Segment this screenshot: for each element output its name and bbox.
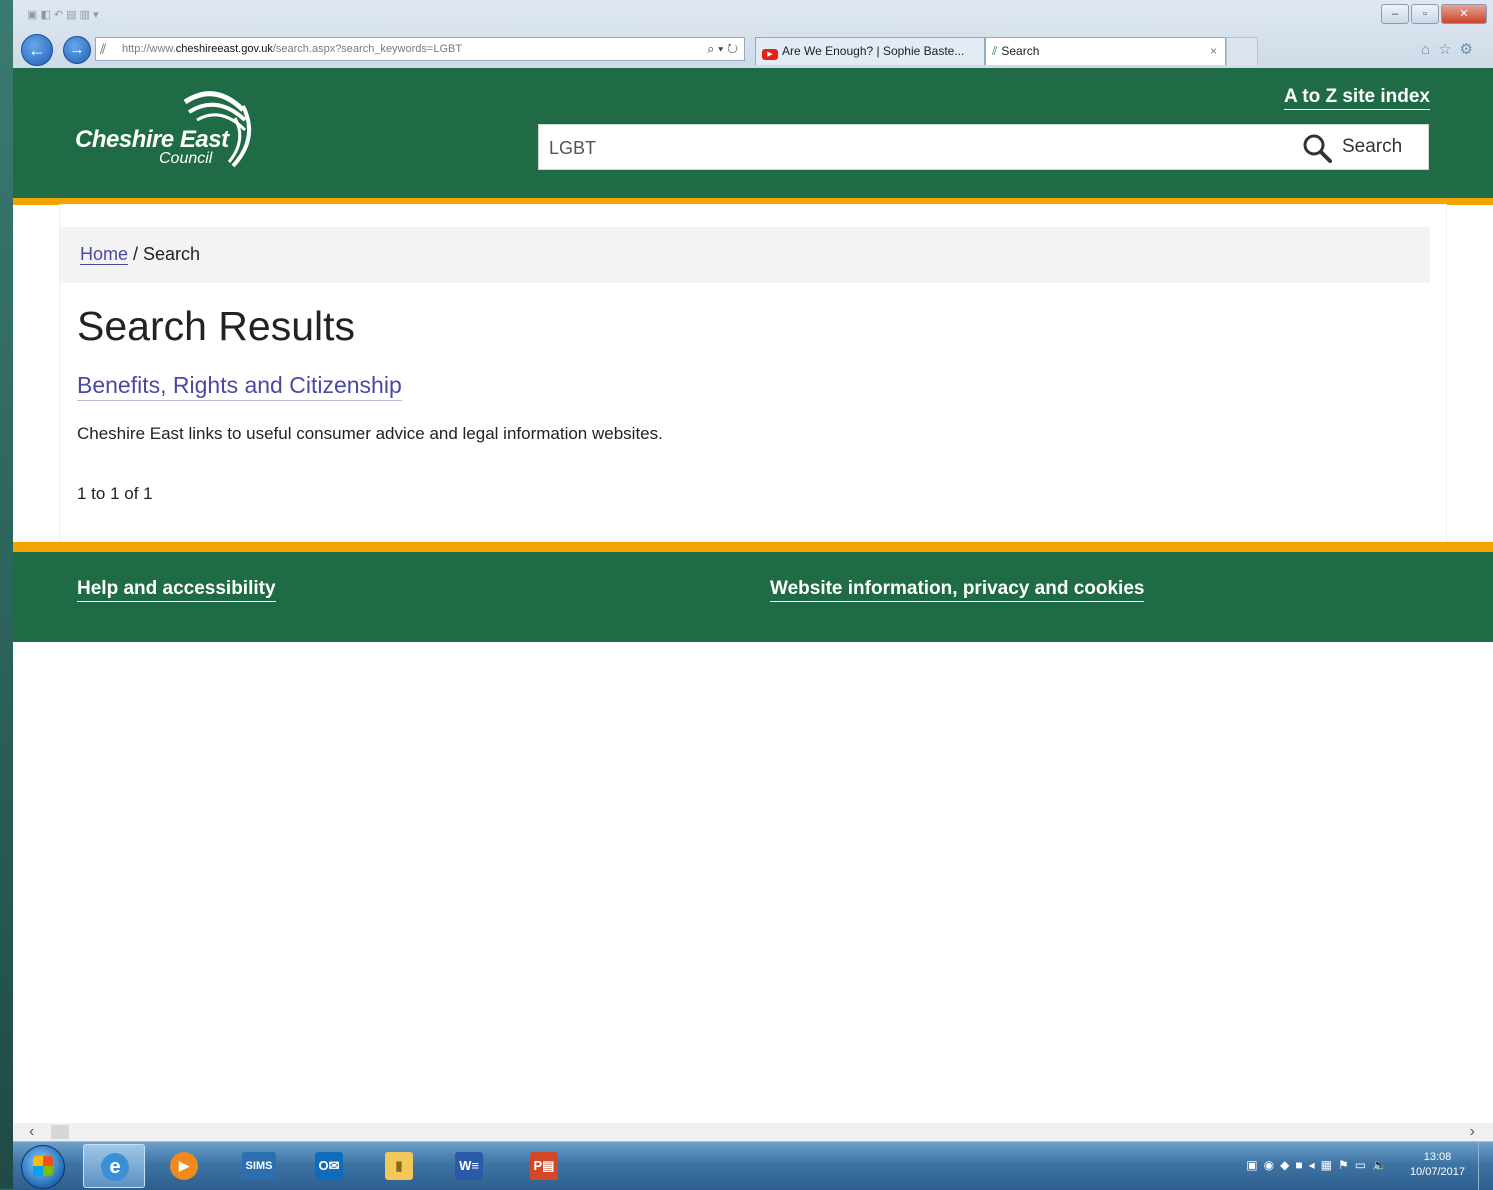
site-footer: Help and accessibility Website informati… bbox=[13, 552, 1493, 642]
header-accent-bar bbox=[13, 198, 1493, 205]
breadcrumb-home-link[interactable]: Home bbox=[80, 244, 129, 265]
back-button[interactable]: ← bbox=[21, 34, 53, 66]
security-icon[interactable]: ◆ bbox=[1280, 1158, 1295, 1172]
network-icon[interactable]: ▣ bbox=[1246, 1158, 1263, 1172]
help-accessibility-link[interactable]: Help and accessibility bbox=[77, 578, 276, 602]
site-logo[interactable]: Cheshire East Council bbox=[75, 88, 265, 178]
breadcrumb-current: Search bbox=[143, 244, 201, 264]
desktop-background bbox=[0, 0, 13, 1189]
system-tray: ▣◉◆■◂▦⚑▭🔈 bbox=[1246, 1158, 1393, 1172]
monitor-icon[interactable]: ▭ bbox=[1355, 1158, 1372, 1172]
results-count: 1 to 1 of 1 bbox=[77, 484, 153, 503]
search-button[interactable]: Search bbox=[1298, 125, 1428, 169]
taskbar-clock[interactable]: 13:08 10/07/2017 bbox=[1410, 1150, 1465, 1180]
site-search: Search bbox=[538, 124, 1429, 170]
search-result-description: Cheshire East links to useful consumer a… bbox=[77, 424, 663, 443]
breadcrumb: Home / Search bbox=[60, 227, 1430, 283]
address-bar[interactable]: ⫽ http://www.cheshireeast.gov.uk/search.… bbox=[95, 37, 745, 61]
forward-button[interactable]: → bbox=[63, 36, 91, 64]
search-result-link[interactable]: Benefits, Rights and Citizenship bbox=[77, 372, 402, 401]
show-desktop-button[interactable] bbox=[1478, 1142, 1493, 1190]
web-page: Cheshire East Council A to Z site index … bbox=[13, 68, 1493, 1123]
page-title: Search Results bbox=[77, 303, 356, 349]
taskbar-outlook[interactable]: O✉ bbox=[298, 1144, 360, 1188]
clock-date: 10/07/2017 bbox=[1409, 1166, 1465, 1178]
windows-logo-icon bbox=[33, 1156, 53, 1176]
website-info-link[interactable]: Website information, privacy and cookies bbox=[770, 578, 1145, 602]
start-button[interactable] bbox=[21, 1145, 65, 1189]
taskbar-internet-explorer[interactable]: e bbox=[83, 1144, 145, 1188]
internet-explorer-icon: e bbox=[101, 1153, 129, 1181]
close-tab-icon[interactable]: × bbox=[1210, 44, 1217, 58]
close-window-button[interactable]: ✕ bbox=[1441, 4, 1487, 24]
search-input[interactable] bbox=[547, 133, 1251, 163]
new-tab-button[interactable] bbox=[1226, 37, 1258, 65]
shield-icon[interactable]: ■ bbox=[1295, 1158, 1308, 1172]
word-icon: W≡ bbox=[455, 1152, 483, 1180]
browser-chrome: ▣ ◧ ↶ ▤ ▥ ▾ – ▫ ✕ ← → ⫽ http://www.chesh… bbox=[13, 0, 1493, 69]
taskbar-file-explorer[interactable]: ▮ bbox=[368, 1144, 430, 1188]
taskbar-sims[interactable]: SIMS bbox=[228, 1144, 290, 1188]
powerpoint-icon: P▤ bbox=[530, 1152, 558, 1180]
flag-icon[interactable]: ⚑ bbox=[1338, 1158, 1355, 1172]
taskbar: e ▶ SIMS O✉ ▮ W≡ P▤ ▣◉◆■◂▦⚑▭🔈 13:08 10/0… bbox=[13, 1141, 1493, 1190]
quick-access-icons: ▣ ◧ ↶ ▤ ▥ ▾ bbox=[27, 9, 99, 21]
gear-icon[interactable]: ⚙ bbox=[1460, 41, 1481, 58]
tab-youtube[interactable]: ▶ Are We Enough? | Sophie Baste... bbox=[755, 37, 985, 65]
scroll-thumb[interactable] bbox=[51, 1125, 69, 1139]
sims-icon: SIMS bbox=[242, 1152, 276, 1180]
arrow-icon[interactable]: ◂ bbox=[1309, 1158, 1321, 1172]
logo-subtitle: Council bbox=[159, 150, 213, 167]
window-controls: – ▫ ✕ bbox=[1381, 4, 1487, 24]
title-bar: ▣ ◧ ↶ ▤ ▥ ▾ – ▫ ✕ bbox=[13, 0, 1493, 32]
cheshire-east-favicon-icon: ⫽ bbox=[992, 44, 998, 58]
url-text[interactable]: http://www.cheshireeast.gov.uk/search.as… bbox=[122, 43, 462, 55]
search-button-label: Search bbox=[1342, 136, 1403, 157]
folder-icon: ▮ bbox=[385, 1152, 413, 1180]
display-icon[interactable]: ▦ bbox=[1321, 1158, 1338, 1172]
horizontal-scrollbar[interactable]: ‹ › bbox=[13, 1123, 1493, 1141]
clock-time: 13:08 bbox=[1423, 1151, 1452, 1163]
site-header: Cheshire East Council A to Z site index … bbox=[13, 68, 1493, 198]
a-to-z-link[interactable]: A to Z site index bbox=[1283, 86, 1430, 110]
youtube-icon: ▶ bbox=[762, 49, 778, 60]
taskbar-word[interactable]: W≡ bbox=[438, 1144, 500, 1188]
tray-app-icon[interactable]: ◉ bbox=[1264, 1158, 1280, 1172]
scroll-left-icon[interactable]: ‹ bbox=[29, 1123, 34, 1141]
minimize-button[interactable]: – bbox=[1381, 4, 1409, 24]
main-content: Home / Search Search Results Benefits, R… bbox=[60, 205, 1446, 542]
taskbar-powerpoint[interactable]: P▤ bbox=[513, 1144, 575, 1188]
browser-toolbar-icons: ⌂☆⚙ bbox=[1421, 40, 1481, 58]
address-tools[interactable]: ⌕ ▾ ↻ bbox=[707, 41, 738, 57]
volume-icon[interactable]: 🔈 bbox=[1372, 1158, 1393, 1172]
maximize-button[interactable]: ▫ bbox=[1411, 4, 1439, 24]
scroll-right-icon[interactable]: › bbox=[1470, 1123, 1475, 1141]
taskbar-media-player[interactable]: ▶ bbox=[153, 1144, 215, 1188]
search-icon bbox=[1303, 134, 1332, 163]
home-icon[interactable]: ⌂ bbox=[1421, 41, 1438, 58]
outlook-icon: O✉ bbox=[315, 1152, 343, 1180]
footer-accent-bar bbox=[13, 542, 1493, 552]
favorites-star-icon[interactable]: ☆ bbox=[1438, 41, 1459, 58]
tab-search[interactable]: ⫽ Search × bbox=[985, 37, 1226, 65]
site-favicon-icon: ⫽ bbox=[100, 41, 107, 57]
media-player-icon: ▶ bbox=[170, 1152, 198, 1180]
